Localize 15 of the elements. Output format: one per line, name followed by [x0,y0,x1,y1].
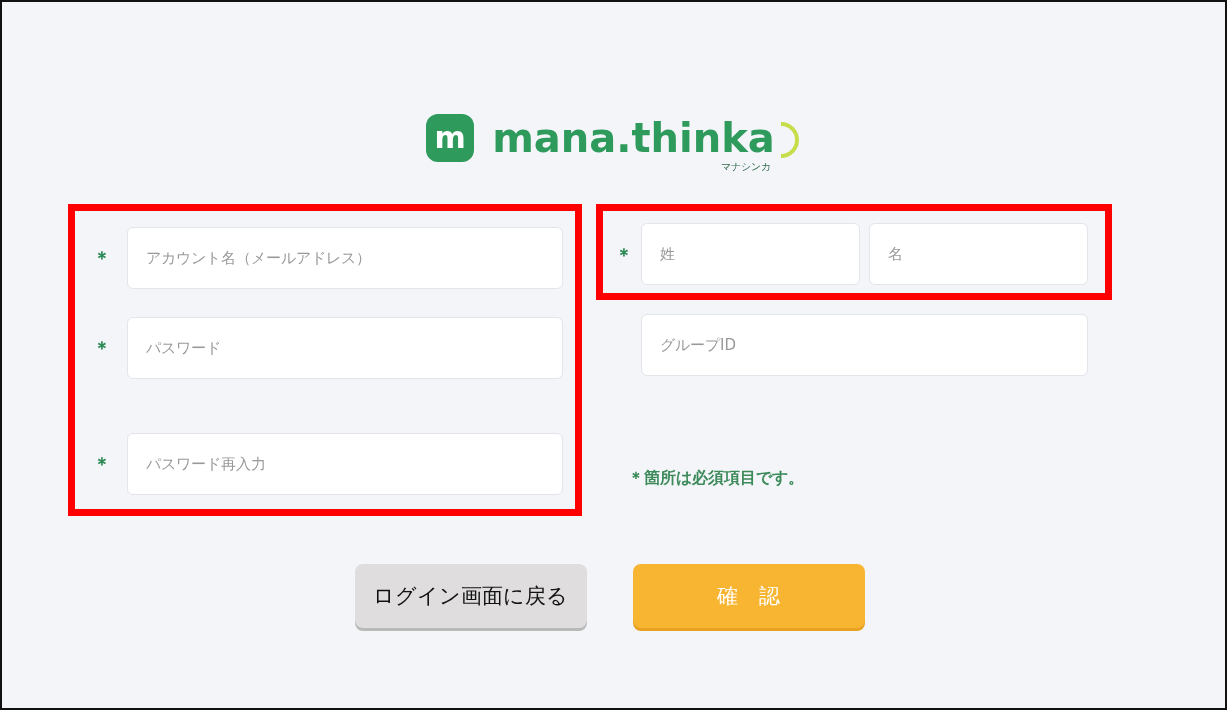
input-field[interactable]: アカウント名（メールアドレス） [127,227,563,289]
logo-subtitle: マナシンカ [720,160,771,174]
required-mark: ＊ [93,452,112,476]
input-field[interactable]: 名 [869,223,1088,285]
input-field[interactable]: 姓 [641,223,860,285]
logo-icon: m [426,114,475,162]
required-mark: ＊ [615,243,634,267]
back-button[interactable]: ログイン画面に戻る [354,564,587,628]
required-mark: ＊ [93,336,112,360]
input-field[interactable]: パスワード再入力 [127,433,563,495]
logo-wordmark: mana.thinka [492,118,775,158]
input-field[interactable]: パスワード [127,317,563,379]
required-note: ＊箇所は必須項目です。 [628,468,805,489]
input-field[interactable]: グループID [641,314,1088,376]
required-mark: ＊ [93,246,112,270]
